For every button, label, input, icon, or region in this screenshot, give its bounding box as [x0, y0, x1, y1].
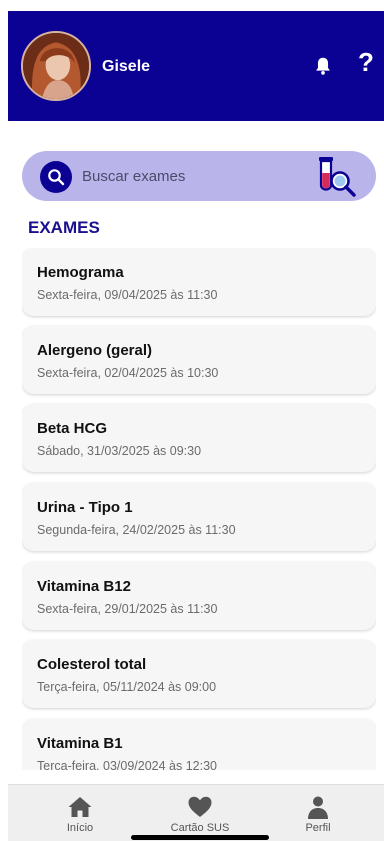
bottom-nav: Início Cartão SUS Perfil — [8, 784, 384, 841]
nav-item-inicio[interactable]: Início — [40, 795, 120, 834]
exam-card[interactable]: Urina - Tipo 1 Segunda-feira, 24/02/2025… — [22, 483, 376, 551]
exam-name: Vitamina B12 — [37, 578, 131, 595]
exam-card[interactable]: Colesterol total Terça-feira, 05/11/2024… — [22, 640, 376, 708]
exam-card[interactable]: Beta HCG Sábado, 31/03/2025 às 09:30 — [22, 404, 376, 472]
bell-icon[interactable] — [312, 55, 334, 77]
test-tube-magnifier-icon[interactable] — [314, 155, 358, 197]
nav-item-perfil[interactable]: Perfil — [278, 795, 358, 834]
avatar-image — [23, 33, 89, 99]
exam-date: Segunda-feira, 24/02/2025 às 11:30 — [37, 523, 236, 537]
exam-card[interactable]: Vitamina B1 Terca-feira, 03/09/2024 às 1… — [22, 719, 376, 770]
home-indicator — [131, 835, 269, 840]
exam-date: Terca-feira, 03/09/2024 às 12:30 — [37, 759, 217, 770]
username: Gisele — [102, 58, 151, 75]
search-input[interactable] — [82, 162, 302, 190]
exam-date: Sexta-feira, 02/04/2025 às 10:30 — [37, 366, 219, 380]
help-button[interactable]: ? — [358, 49, 374, 75]
home-icon — [68, 797, 92, 817]
exam-date: Sexta-feira, 29/01/2025 às 11:30 — [37, 602, 218, 616]
nav-label: Cartão SUS — [170, 822, 230, 834]
exam-date: Sexta-feira, 09/04/2025 às 11:30 — [37, 288, 218, 302]
search-icon[interactable] — [40, 161, 72, 193]
exam-card[interactable]: Alergeno (geral) Sexta-feira, 02/04/2025… — [22, 326, 376, 394]
exam-date: Sábado, 31/03/2025 às 09:30 — [37, 444, 202, 458]
heart-icon — [188, 796, 212, 817]
exam-name: Vitamina B1 — [37, 735, 123, 752]
exam-name: Beta HCG — [37, 420, 108, 437]
nav-item-cartao-sus[interactable]: Cartão SUS — [160, 795, 240, 834]
exam-name: Alergeno (geral) — [37, 342, 153, 359]
search-bar[interactable] — [22, 151, 376, 201]
exam-list: Hemograma Sexta-feira, 09/04/2025 às 11:… — [22, 248, 376, 770]
exam-name: Hemograma — [37, 264, 124, 281]
exam-date: Terça-feira, 05/11/2024 às 09:00 — [37, 680, 217, 694]
app-header: Gisele ? — [8, 11, 384, 121]
section-title: EXAMES — [28, 218, 100, 237]
exam-name: Colesterol total — [37, 656, 147, 673]
user-avatar[interactable] — [21, 31, 91, 101]
nav-label: Perfil — [305, 822, 331, 834]
nav-label: Início — [66, 822, 94, 834]
exam-name: Urina - Tipo 1 — [37, 499, 133, 516]
exam-card[interactable]: Hemograma Sexta-feira, 09/04/2025 às 11:… — [22, 248, 376, 316]
exam-card[interactable]: Vitamina B12 Sexta-feira, 29/01/2025 às … — [22, 562, 376, 630]
person-icon — [308, 796, 328, 819]
